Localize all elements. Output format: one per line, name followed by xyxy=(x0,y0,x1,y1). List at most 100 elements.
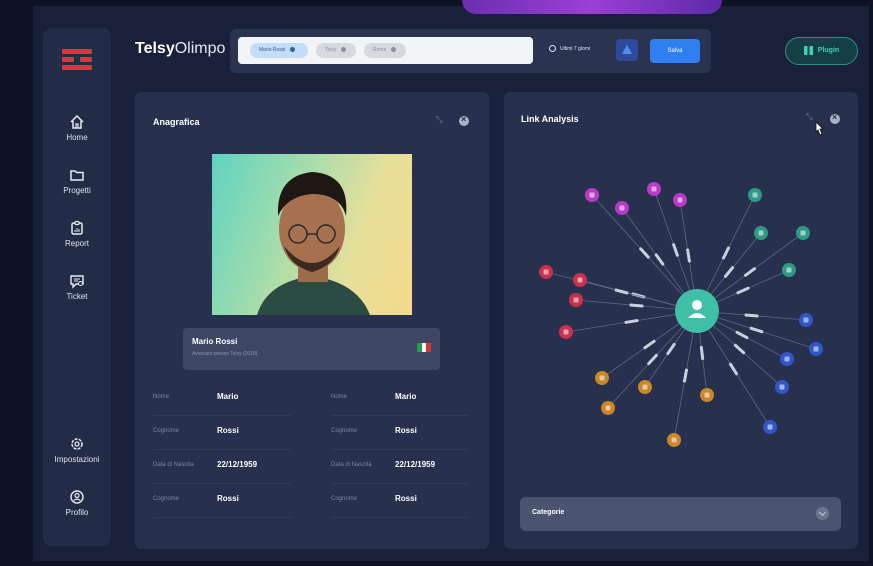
profile-card: Mario Rossi Avvocato presso Telsy (2018) xyxy=(183,328,440,370)
edge-label-tag xyxy=(624,319,639,324)
profile-subtitle: Avvocato presso Telsy (2018) xyxy=(192,351,258,357)
field-nome: Nome Mario xyxy=(331,382,468,416)
edge-label-tag xyxy=(614,288,629,295)
categories-dropdown[interactable]: Categorie xyxy=(520,497,841,531)
field-label: Nome xyxy=(331,394,348,400)
brand-bold: Telsy xyxy=(135,40,175,57)
brand-light: Olimpo xyxy=(174,40,226,57)
save-button[interactable]: Salva xyxy=(650,39,700,63)
node-icon xyxy=(599,375,605,381)
edge-label-tag xyxy=(749,326,764,334)
field-label: Cognome xyxy=(331,428,358,434)
field-data-di-nascita: Data di Nascita 22/12/1959 xyxy=(331,450,468,484)
profile-photo xyxy=(212,154,412,315)
node-icon xyxy=(704,392,710,398)
node-icon xyxy=(800,230,806,236)
sidebar-item-report[interactable]: Report xyxy=(43,220,111,248)
close-icon[interactable] xyxy=(830,112,840,124)
chip-remove-icon[interactable] xyxy=(391,47,397,53)
sidebar-item-label: Home xyxy=(66,133,88,142)
date-range-label: Ultimi 7 giorni xyxy=(560,45,591,52)
field-nome: Nome Mario xyxy=(153,382,291,416)
clipboard-icon xyxy=(71,220,83,235)
plugin-button[interactable]: Plugin xyxy=(785,37,858,65)
filter-chip[interactable]: Mario Rossi xyxy=(250,43,308,58)
edge-label-tag xyxy=(686,248,691,263)
edge-label-tag xyxy=(743,267,757,277)
node-icon xyxy=(671,437,677,443)
panel-title: Anagrafica xyxy=(153,117,200,127)
field-cognome: Cognome Rossi xyxy=(331,416,468,450)
categories-label: Categorie xyxy=(532,509,565,516)
node-icon xyxy=(619,205,625,211)
field-label: Nome xyxy=(153,394,170,400)
field-value: Rossi xyxy=(217,494,239,503)
center-node[interactable] xyxy=(675,289,719,333)
field-label: Cognome xyxy=(153,428,180,434)
chip-remove-icon[interactable] xyxy=(290,47,296,53)
edge-label-tag xyxy=(735,330,749,340)
user-icon xyxy=(692,300,702,310)
gear-icon xyxy=(71,438,83,450)
panel-title: Link Analysis xyxy=(521,114,579,124)
node-icon xyxy=(784,356,790,362)
link-analysis-graph[interactable] xyxy=(504,140,844,460)
node-icon xyxy=(752,192,758,198)
top-glow xyxy=(462,0,722,14)
alert-button[interactable] xyxy=(616,39,638,61)
node-icon xyxy=(651,186,657,192)
close-icon[interactable] xyxy=(459,114,469,126)
filter-chip[interactable]: Telsy xyxy=(316,43,356,58)
node-icon xyxy=(605,405,611,411)
field-label: Cognome xyxy=(153,496,180,502)
edge-label-tag xyxy=(647,353,658,366)
expand-icon[interactable]: ⤡ xyxy=(436,115,442,125)
sidebar-item-impostazioni[interactable]: Impostazioni xyxy=(43,436,111,464)
sidebar-item-home[interactable]: Home xyxy=(43,114,111,142)
ticket-icon xyxy=(70,275,84,289)
chevron-down-icon[interactable] xyxy=(816,507,829,520)
edge-label-tag xyxy=(672,243,679,257)
edge-label-tag xyxy=(629,303,644,308)
edge-label-tag xyxy=(723,266,735,278)
field-value: Mario xyxy=(395,392,417,401)
field-value: Rossi xyxy=(395,426,417,435)
edge-label-tag xyxy=(666,342,676,356)
field-value: 22/12/1959 xyxy=(217,460,258,469)
edge-label-tag xyxy=(728,362,739,376)
date-range-selector[interactable]: Ultimi 7 giorni xyxy=(549,45,590,52)
edge-label-tag xyxy=(654,253,665,266)
field-label: Data di Nascita xyxy=(331,462,372,468)
field-value: Rossi xyxy=(217,426,239,435)
telsy-logo-icon[interactable] xyxy=(62,49,92,75)
edge-label-tag xyxy=(733,343,746,355)
field-label: Cognome xyxy=(331,496,358,502)
field-data-di-nascita: Data di Nascita 22/12/1959 xyxy=(153,450,291,484)
sidebar-item-ticket[interactable]: Ticket xyxy=(43,273,111,301)
sidebar-item-label: Report xyxy=(64,239,89,248)
clock-icon xyxy=(549,45,556,52)
chip-label: Roma xyxy=(373,47,387,53)
edge-label-tag xyxy=(699,345,705,361)
chip-label: Telsy xyxy=(325,47,337,53)
field-cognome: Cognome Rossi xyxy=(331,484,468,518)
sidebar-item-label: Profilo xyxy=(65,508,89,517)
home-icon xyxy=(70,114,84,129)
node-icon xyxy=(543,269,549,275)
sidebar-item-progetti[interactable]: Progetti xyxy=(43,167,111,195)
user-icon xyxy=(70,490,84,504)
expand-icon[interactable]: ⤡ xyxy=(806,112,812,122)
field-cognome: Cognome Rossi xyxy=(153,416,291,450)
node-icon xyxy=(813,346,819,352)
sidebar: Home Progetti Report Ticket Impostazioni xyxy=(43,28,111,546)
node-icon xyxy=(803,317,809,323)
node-icon xyxy=(573,297,579,303)
node-icon xyxy=(779,384,785,390)
grid-icon xyxy=(803,45,813,55)
node-icon xyxy=(758,230,764,236)
filter-chip[interactable]: Roma xyxy=(364,43,406,58)
search-input[interactable]: Mario Rossi Telsy Roma xyxy=(238,37,533,64)
chip-remove-icon[interactable] xyxy=(341,47,347,53)
mouse-cursor-icon xyxy=(815,121,824,136)
sidebar-item-profilo[interactable]: Profilo xyxy=(43,489,111,517)
